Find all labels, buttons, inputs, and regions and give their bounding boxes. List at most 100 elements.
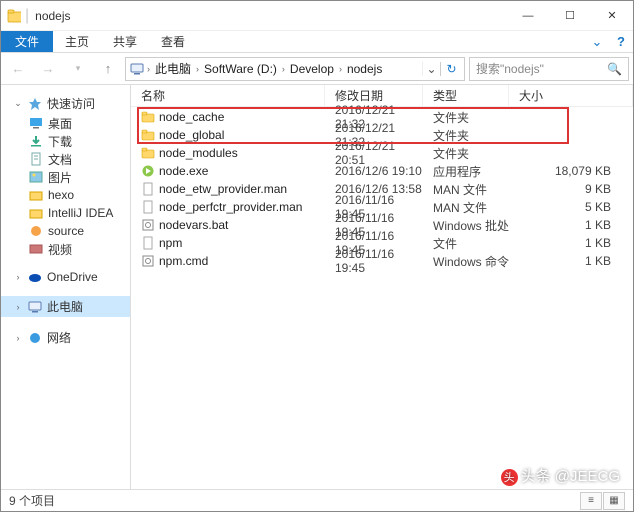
file-type: Windows 命令脚本 [423,253,509,270]
search-input[interactable]: 搜索"nodejs" 🔍 [469,57,629,81]
sidebar-network[interactable]: › 网络 [1,327,130,348]
chevron-right-icon: › [13,302,23,312]
pc-icon [130,62,144,76]
file-size: 1 KB [509,254,633,268]
table-row[interactable]: npm.cmd2016/11/16 19:45Windows 命令脚本1 KB [131,252,633,270]
nav-recent-button[interactable]: ▾ [65,57,91,81]
qa-divider: | [25,7,29,25]
network-icon [28,331,42,345]
col-type[interactable]: 类型 [423,85,509,106]
refresh-button[interactable]: ↻ [440,62,462,76]
titlebar: | nodejs — ☐ ✕ [1,1,633,31]
folder-icon [141,146,155,160]
file-name: node.exe [159,164,208,178]
file-date: 2016/12/6 19:10 [325,164,423,178]
view-icons-button[interactable]: ▦ [603,492,625,510]
col-name[interactable]: 名称 [131,85,325,106]
nav-up-button[interactable]: ↑ [95,57,121,81]
sidebar-item-source[interactable]: source [1,222,130,240]
statusbar: 9 个项目 ≡ ▦ [1,489,633,511]
table-row[interactable]: node.exe 2016/12/6 19:10应用程序18,079 KB [131,162,633,180]
file-type: MAN 文件 [423,199,509,216]
chevron-right-icon: › [13,272,23,282]
nav-back-button[interactable]: ← [5,57,31,81]
file-size: 18,079 KB [509,164,633,178]
man-icon [141,200,155,214]
file-name: nodevars.bat [159,218,228,232]
search-icon: 🔍 [607,62,622,76]
tab-share[interactable]: 共享 [101,31,149,52]
file-size: 9 KB [509,182,633,196]
crumb-0[interactable]: 此电脑 [151,60,195,77]
file-date: 2016/12/21 20:51 [325,139,423,167]
file-size: 5 KB [509,200,633,214]
sidebar-item-label: 文档 [48,151,72,168]
sidebar-item-idea[interactable]: IntelliJ IDEA [1,204,130,222]
sidebar-item-label: source [48,224,84,238]
maximize-button[interactable]: ☐ [549,1,591,31]
sidebar-item-video[interactable]: 视频 [1,240,130,258]
crumb-1[interactable]: SoftWare (D:) [200,62,281,76]
search-placeholder: 搜索"nodejs" [476,60,544,77]
file-type: 文件夹 [423,127,509,144]
crumb-3[interactable]: nodejs [343,62,386,76]
sidebar-item-label: 图片 [48,169,72,186]
status-count: 9 个项目 [9,492,55,509]
chevron-down-icon: ⌄ [13,98,23,109]
idea-icon [29,206,43,220]
breadcrumb[interactable]: › 此电脑 › SoftWare (D:) › Develop › nodejs… [125,57,465,81]
file-name: node_global [159,128,224,142]
crumb-2[interactable]: Develop [286,62,338,76]
tab-home[interactable]: 主页 [53,31,101,52]
sidebar-item-hexo[interactable]: hexo [1,186,130,204]
man-icon [141,182,155,196]
file-size: 1 KB [509,236,633,250]
file-name: node_perfctr_provider.man [159,200,302,214]
close-button[interactable]: ✕ [591,1,633,31]
sidebar-onedrive-label: OneDrive [47,270,98,284]
sidebar-onedrive[interactable]: › OneDrive [1,268,130,286]
sidebar-item-label: hexo [48,188,74,202]
file-type: 文件夹 [423,145,509,162]
doc-icon [29,152,43,166]
bat-icon [141,218,155,232]
col-size[interactable]: 大小 [509,85,633,106]
watermark-text: 头条 @JEECG [521,468,620,485]
file-name: node_etw_provider.man [159,182,287,196]
sidebar-thispc-label: 此电脑 [47,298,83,315]
minimize-button[interactable]: — [507,1,549,31]
cloud-icon [28,270,42,284]
tab-file[interactable]: 文件 [1,31,53,52]
sidebar-thispc[interactable]: › 此电脑 [1,296,130,317]
tab-view[interactable]: 查看 [149,31,197,52]
file-type: MAN 文件 [423,181,509,198]
source-icon [29,224,43,238]
breadcrumb-dropdown[interactable]: ⌄ [422,62,440,76]
picture-icon [29,170,43,184]
file-type: 应用程序 [423,163,509,180]
window-title: nodejs [35,9,507,23]
sidebar-item-label: 桌面 [48,115,72,132]
sidebar-quickaccess[interactable]: ⌄ 快速访问 [1,93,130,114]
table-row[interactable]: node_modules2016/12/21 20:51文件夹 [131,144,633,162]
file-name: node_cache [159,110,224,124]
sidebar-item-download[interactable]: 下载 [1,132,130,150]
nav-forward-button[interactable]: → [35,57,61,81]
sidebar-item-doc[interactable]: 文档 [1,150,130,168]
sidebar-item-label: 视频 [48,241,72,258]
sidebar-item-picture[interactable]: 图片 [1,168,130,186]
sidebar-item-desktop[interactable]: 桌面 [1,114,130,132]
sidebar-quick-label: 快速访问 [47,95,95,112]
help-icon[interactable]: ? [609,31,633,52]
file-list: node_cache2016/12/21 21:32文件夹node_global… [131,107,633,489]
view-details-button[interactable]: ≡ [580,492,602,510]
sidebar-item-label: IntelliJ IDEA [48,206,113,220]
file-icon [141,236,155,250]
file-type: 文件夹 [423,109,509,126]
ribbon-tabs: 文件 主页 共享 查看 ⌄ ? [1,31,633,53]
file-size: 1 KB [509,218,633,232]
ribbon-expand-icon[interactable]: ⌄ [585,31,609,52]
pc-icon [28,300,42,314]
exe-icon [141,164,155,178]
content-area: 名称 修改日期 类型 大小 node_cache2016/12/21 21:32… [131,85,633,489]
